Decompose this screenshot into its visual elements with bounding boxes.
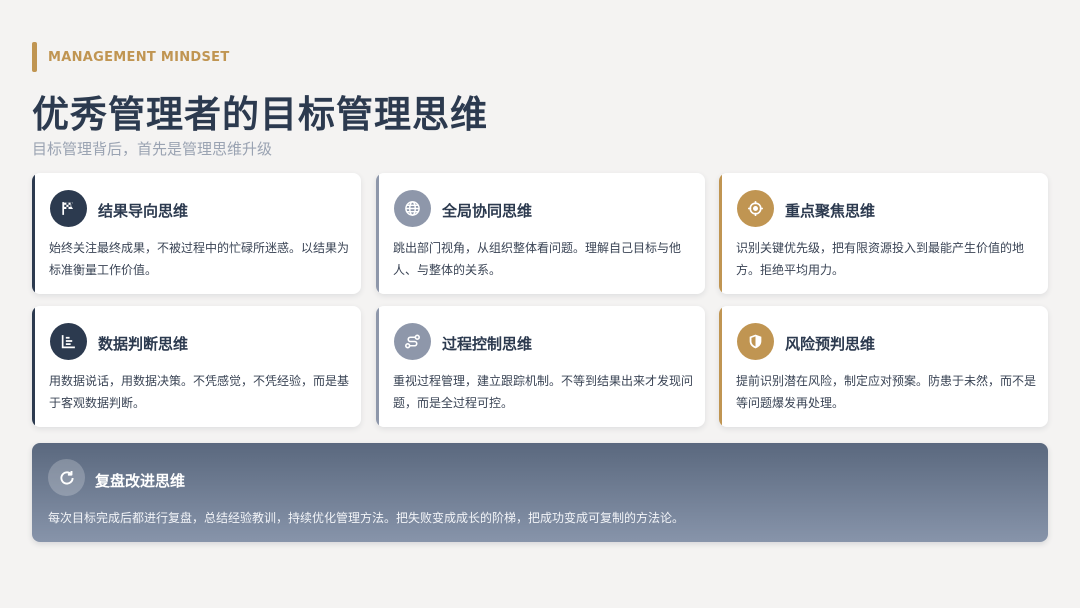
card-description: 始终关注最终成果，不被过程中的忙碌所迷惑。以结果为标准衡量工作价值。 xyxy=(49,241,350,277)
chart-icon xyxy=(50,323,87,360)
card-description: 重视过程管理，建立跟踪机制。不等到结果出来才发现问题，而是全过程可控。 xyxy=(393,374,694,410)
card-title: 过程控制思维 xyxy=(442,335,533,353)
route-icon xyxy=(394,323,431,360)
section-kicker: MANAGEMENT MINDSET xyxy=(32,42,230,72)
card-title: 结果导向思维 xyxy=(98,202,189,220)
card-title: 重点聚焦思维 xyxy=(785,202,876,220)
card-description: 识别关键优先级，把有限资源投入到最能产生价值的地方。拒绝平均用力。 xyxy=(736,241,1025,277)
page-title: 优秀管理者的目标管理思维 xyxy=(32,93,488,136)
card-description: 跳出部门视角，从组织整体看问题。理解自己目标与他人、与整体的关系。 xyxy=(393,241,682,277)
crosshair-icon xyxy=(737,190,774,227)
mindset-card-focus: 重点聚焦思维 识别关键优先级，把有限资源投入到最能产生价值的地方。拒绝平均用力。 xyxy=(719,173,1048,294)
refresh-icon xyxy=(48,459,85,496)
banner-title: 复盘改进思维 xyxy=(95,472,186,490)
flag-icon xyxy=(50,190,87,227)
card-description: 用数据说话，用数据决策。不凭感觉，不凭经验，而是基于客观数据判断。 xyxy=(49,374,350,410)
card-title: 数据判断思维 xyxy=(98,335,189,353)
card-description: 提前识别潜在风险，制定应对预案。防患于未然，而不是等问题爆发再处理。 xyxy=(736,374,1037,410)
mindset-card-results: 结果导向思维 始终关注最终成果，不被过程中的忙碌所迷惑。以结果为标准衡量工作价值… xyxy=(32,173,361,294)
mindset-card-process: 过程控制思维 重视过程管理，建立跟踪机制。不等到结果出来才发现问题，而是全过程可… xyxy=(376,306,705,427)
review-improvement-banner: 复盘改进思维 每次目标完成后都进行复盘，总结经验教训，持续优化管理方法。把失败变… xyxy=(32,443,1048,542)
kicker-text: MANAGEMENT MINDSET xyxy=(48,49,230,65)
mindset-card-risk: 风险预判思维 提前识别潜在风险，制定应对预案。防患于未然，而不是等问题爆发再处理… xyxy=(719,306,1048,427)
mindset-card-global: 全局协同思维 跳出部门视角，从组织整体看问题。理解自己目标与他人、与整体的关系。 xyxy=(376,173,705,294)
mindset-card-data: 数据判断思维 用数据说话，用数据决策。不凭感觉，不凭经验，而是基于客观数据判断。 xyxy=(32,306,361,427)
kicker-accent-bar xyxy=(32,42,37,72)
card-title: 风险预判思维 xyxy=(785,335,876,353)
shield-icon xyxy=(737,323,774,360)
card-title: 全局协同思维 xyxy=(442,202,533,220)
banner-description: 每次目标完成后都进行复盘，总结经验教训，持续优化管理方法。把失败变成成长的阶梯，… xyxy=(48,511,685,525)
page-subtitle: 目标管理背后，首先是管理思维升级 xyxy=(32,140,273,158)
globe-icon xyxy=(394,190,431,227)
